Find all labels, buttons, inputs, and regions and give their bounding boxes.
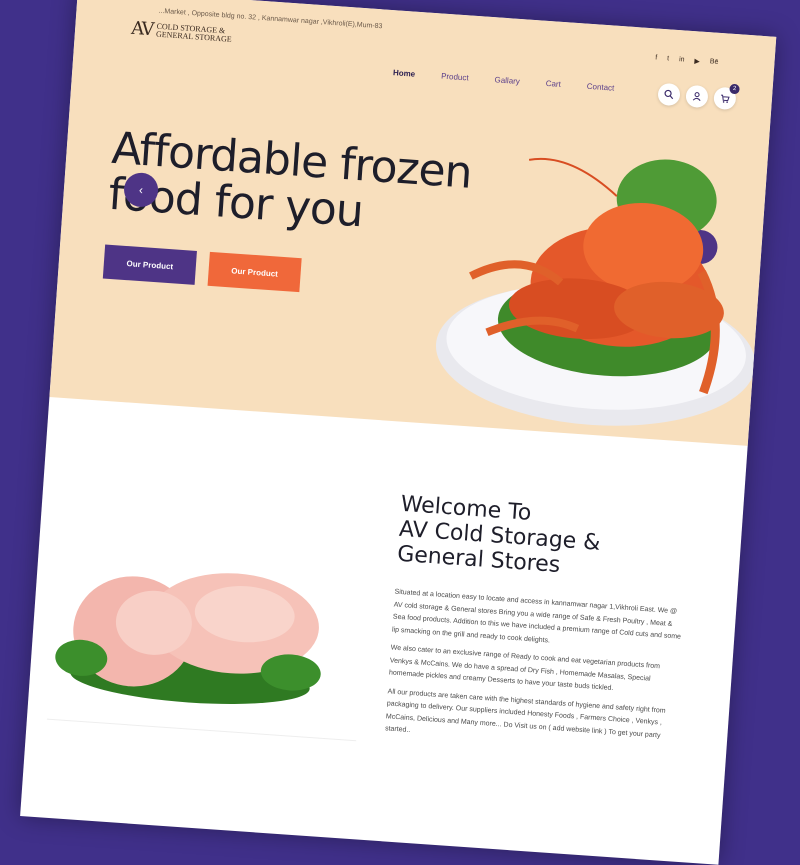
our-product-button-secondary[interactable]: Our Product xyxy=(207,251,302,293)
nav-contact[interactable]: Contact xyxy=(586,82,614,93)
cart-button[interactable]: 2 xyxy=(713,83,740,111)
search-button[interactable] xyxy=(657,82,681,107)
twitter-icon[interactable]: t xyxy=(667,55,669,63)
user-button[interactable] xyxy=(685,84,709,109)
nav-cart[interactable]: Cart xyxy=(545,79,561,89)
search-icon xyxy=(664,89,674,100)
nav-gallary[interactable]: Gallary xyxy=(494,75,520,86)
main-nav: Home Product Gallary Cart Contact xyxy=(393,68,615,92)
welcome-description: Situated at a location easy to locate an… xyxy=(384,587,684,762)
crayfish-plate-image xyxy=(435,157,756,426)
chicken-breast-image xyxy=(55,573,321,704)
hero-section: ...Market , Opposite bldg no. 32 , Kanna… xyxy=(49,0,777,446)
behance-icon[interactable]: Bē xyxy=(710,58,719,67)
webpage: ...Market , Opposite bldg no. 32 , Kanna… xyxy=(20,0,777,865)
cart-count-badge: 2 xyxy=(729,83,740,95)
chevron-left-icon: ‹ xyxy=(138,182,144,198)
nav-product[interactable]: Product xyxy=(441,72,469,83)
logo[interactable]: AV COLD STORAGE & GENERAL STORAGE xyxy=(131,18,233,46)
logo-mark: AV xyxy=(130,17,154,41)
welcome-heading: Welcome To AV Cold Storage & General Sto… xyxy=(396,492,661,585)
youtube-icon[interactable]: ▶ xyxy=(694,57,700,65)
facebook-icon[interactable]: f xyxy=(655,54,657,62)
user-icon xyxy=(692,92,701,101)
nav-home[interactable]: Home xyxy=(393,68,416,79)
our-product-button-primary[interactable]: Our Product xyxy=(102,244,197,285)
linkedin-icon[interactable]: in xyxy=(679,56,685,64)
social-links: f t in ▶ Bē xyxy=(655,54,719,66)
cart-icon xyxy=(721,94,730,103)
